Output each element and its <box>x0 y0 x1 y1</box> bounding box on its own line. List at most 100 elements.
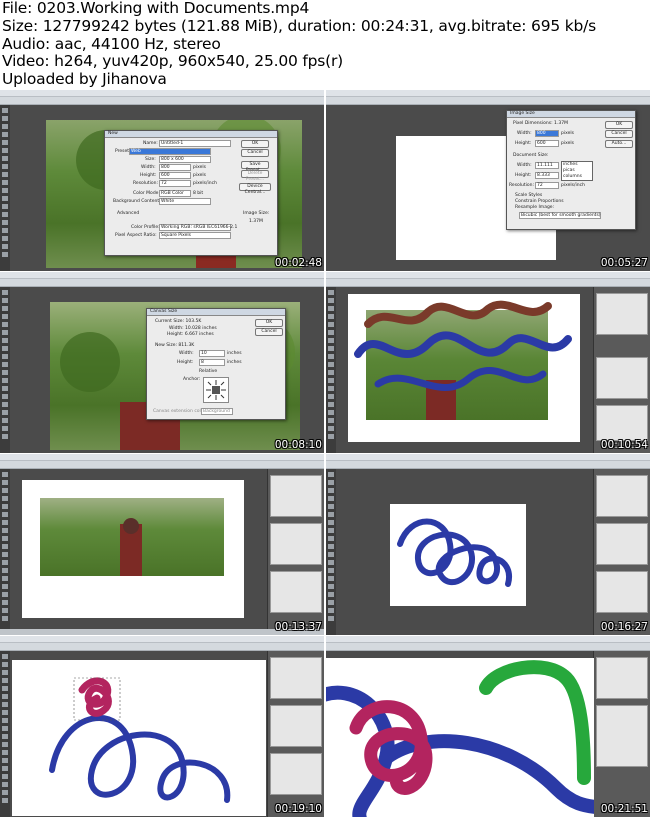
options-bar <box>326 461 650 469</box>
menu-bar <box>326 90 650 97</box>
height-field[interactable]: 600 <box>159 172 191 179</box>
cancel-button[interactable]: Cancel <box>241 149 269 157</box>
canvas-size-dialog: Canvas Size Current Size: 103.5K Width: … <box>146 308 286 420</box>
panels-dock <box>267 469 324 635</box>
document-canvas <box>348 294 580 442</box>
unit-option-2[interactable]: picas <box>563 168 575 173</box>
extension-color-select[interactable]: Background <box>201 408 233 415</box>
color-mode-select[interactable]: RGB Color <box>159 190 191 197</box>
width-field[interactable]: 10 <box>199 350 225 357</box>
dialog-title: Canvas Size <box>147 309 285 316</box>
timestamp: 00:16:27 <box>600 621 648 633</box>
constrain-checkbox[interactable]: Constrain Proportions <box>515 199 564 204</box>
resample-select[interactable]: Bicubic (best for smooth gradients) <box>519 212 601 219</box>
menu-bar <box>326 272 650 279</box>
resolution-label: Resolution: <box>133 181 159 186</box>
adjustments-panel <box>270 523 322 565</box>
menu-bar <box>0 454 324 461</box>
auto-button[interactable]: Auto... <box>605 140 633 148</box>
current-height: Height: 6.667 inches <box>167 332 214 337</box>
name-field[interactable]: Untitled-1 <box>159 140 231 147</box>
scale-styles-checkbox[interactable]: Scale Styles <box>515 193 542 198</box>
cancel-button[interactable]: Cancel <box>255 328 283 336</box>
brush-strokes <box>326 660 594 817</box>
resample-checkbox[interactable]: Resample Image: <box>515 205 554 210</box>
doc-height-label: Height: <box>515 173 532 178</box>
resolution-label: Resolution: <box>509 183 535 188</box>
profile-label: Color Profile: <box>131 225 160 230</box>
unit-dropdown[interactable]: inches picas columns <box>561 161 593 181</box>
width-field[interactable]: 800 <box>535 130 559 137</box>
tools-panel <box>0 651 10 817</box>
height-field[interactable]: 600 <box>535 140 559 147</box>
resolution-value: 72 <box>537 183 543 188</box>
ok-button[interactable]: OK <box>605 121 633 129</box>
file-size: Size: 127799242 bytes (121.88 MiB), dura… <box>2 16 597 35</box>
width-value: 10 <box>201 351 207 356</box>
pixel-aspect-value: Square Pixels <box>161 233 192 238</box>
background-label: Background Contents: <box>113 199 164 204</box>
ok-button[interactable]: OK <box>255 319 283 327</box>
unit-option-3[interactable]: columns <box>563 174 582 179</box>
new-size: New Size: 811.3K <box>155 343 195 348</box>
brush-strokes <box>354 300 572 392</box>
width-value: 800 <box>537 131 546 136</box>
options-bar <box>0 461 324 469</box>
tools-panel <box>0 105 10 271</box>
width-field[interactable]: 800 <box>159 164 191 171</box>
resolution-field[interactable]: 72 <box>535 182 559 189</box>
document-size-label: Document Size: <box>513 153 549 158</box>
doc-height-field[interactable]: 8.333 <box>535 172 559 179</box>
options-bar <box>0 643 324 651</box>
height-label: Height: <box>140 173 157 178</box>
relative-checkbox[interactable]: Relative <box>199 369 217 374</box>
profile-select[interactable]: Working RGB: sRGB IEC61966-2.1 <box>159 224 237 231</box>
delete-preset-button[interactable]: Delete Preset... <box>241 170 269 182</box>
color-panel <box>270 657 322 699</box>
cancel-button[interactable]: Cancel <box>605 130 633 138</box>
document-canvas <box>390 504 526 606</box>
doc-width-field[interactable]: 11.111 <box>535 162 559 169</box>
resample-value: Bicubic (best for smooth gradients) <box>521 213 601 218</box>
color-mode-label: Color Mode: <box>133 191 160 196</box>
size-select[interactable]: 800 x 600 <box>159 156 211 163</box>
adjustments-panel <box>270 705 322 747</box>
thumbnail-1: New Name: Untitled-1 Preset: Web Size: 8… <box>0 90 324 271</box>
current-size: Current Size: 103.5K <box>155 319 202 324</box>
layers-panel <box>596 705 648 767</box>
resolution-unit: pixels/inch <box>193 181 217 186</box>
timestamp: 00:08:10 <box>274 439 322 451</box>
document-canvas <box>22 480 244 618</box>
save-preset-button[interactable]: Save Preset... <box>241 161 269 173</box>
layers-panel <box>596 405 648 441</box>
preset-select[interactable]: Web <box>129 148 211 155</box>
pixel-aspect-select[interactable]: Square Pixels <box>159 232 231 239</box>
resolution-unit: pixels/inch <box>561 183 585 188</box>
brush-strokes <box>49 677 231 803</box>
ok-button[interactable]: OK <box>241 140 269 148</box>
document-canvas <box>326 658 594 817</box>
panels-dock <box>267 651 324 817</box>
layers-panel <box>596 571 648 613</box>
anchor-label: Anchor: <box>183 377 201 382</box>
width-value: 800 <box>161 165 170 170</box>
name-value: Untitled-1 <box>161 141 184 146</box>
height-field[interactable]: 8 <box>199 359 225 366</box>
height-label: Height: <box>177 360 194 365</box>
height-value: 600 <box>161 173 170 178</box>
timestamp: 00:21:51 <box>600 803 648 815</box>
anchor-grid[interactable] <box>203 377 229 403</box>
menu-bar <box>326 636 650 643</box>
doc-height-value: 8.333 <box>537 173 550 178</box>
background-select[interactable]: White <box>159 198 211 205</box>
tools-panel <box>326 287 336 453</box>
color-panel <box>596 293 648 335</box>
height-value: 600 <box>537 141 546 146</box>
device-central-button[interactable]: Device Central... <box>239 183 271 195</box>
unit-option-1[interactable]: inches <box>563 162 578 167</box>
advanced-toggle[interactable]: Advanced <box>117 211 139 216</box>
resolution-field[interactable]: 72 <box>159 180 191 187</box>
tools-panel <box>0 469 10 635</box>
thumbnail-2: Image Size Pixel Dimensions: 1.37M Width… <box>326 90 650 271</box>
image-size-dialog: Image Size Pixel Dimensions: 1.37M Width… <box>506 110 636 230</box>
